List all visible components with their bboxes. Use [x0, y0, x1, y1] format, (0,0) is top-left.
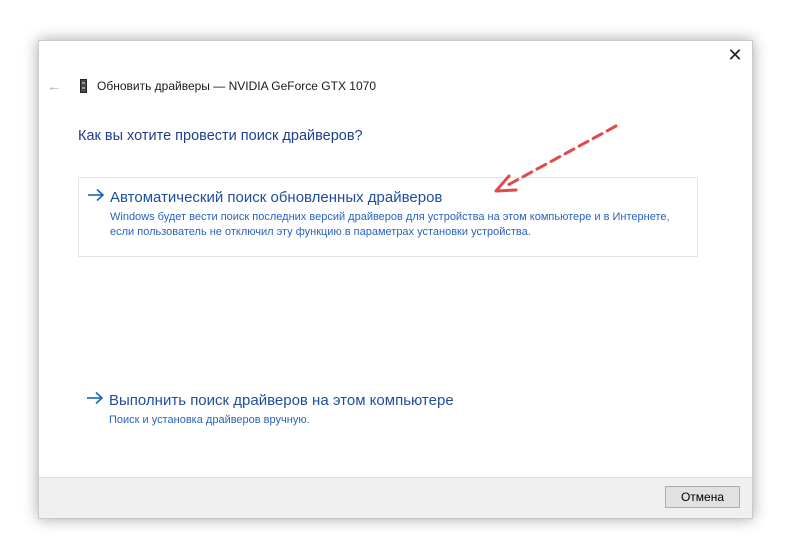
auto-search-option[interactable]: Автоматический поиск обновленных драйвер…	[78, 177, 698, 257]
browse-computer-option[interactable]: Выполнить поиск драйверов на этом компью…	[78, 381, 698, 441]
graphics-card-icon	[80, 79, 87, 93]
arrow-right-icon	[88, 188, 105, 202]
browse-computer-title: Выполнить поиск драйверов на этом компью…	[109, 392, 454, 409]
driver-update-dialog: ✕ ← Обновить драйверы — NVIDIA GeForce G…	[38, 40, 753, 519]
close-icon[interactable]: ✕	[726, 46, 744, 64]
back-arrow-icon[interactable]: ←	[47, 79, 61, 93]
arrow-right-icon	[87, 391, 104, 405]
page-heading: Как вы хотите провести поиск драйверов?	[78, 128, 363, 144]
dialog-footer: Отмена	[39, 477, 752, 518]
auto-search-title: Автоматический поиск обновленных драйвер…	[110, 189, 443, 206]
cancel-button[interactable]: Отмена	[665, 486, 740, 508]
window-title: Обновить драйверы — NVIDIA GeForce GTX 1…	[97, 79, 376, 93]
auto-search-description: Windows будет вести поиск последних верс…	[110, 211, 670, 238]
browse-computer-description: Поиск и установка драйверов вручную.	[109, 414, 310, 426]
